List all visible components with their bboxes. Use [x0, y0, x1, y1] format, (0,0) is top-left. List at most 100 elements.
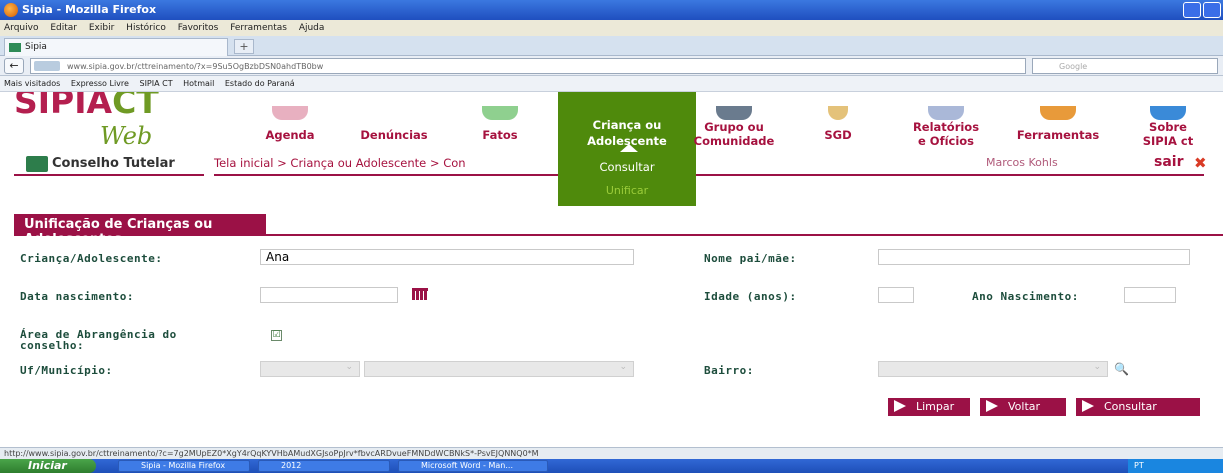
nav-sobre-label-2: SIPIA ct — [1142, 134, 1194, 148]
arrow-right-icon — [986, 400, 998, 412]
crianca-dropdown-menu: Consultar Unificar — [558, 144, 696, 206]
url-bar[interactable]: www.sipia.gov.br/cttreinamento/?x=9Su5Og… — [30, 58, 1026, 74]
user-name: Marcos Kohls — [986, 156, 1058, 169]
menu-ferramentas[interactable]: Ferramentas — [230, 23, 287, 33]
limpar-label: Limpar — [916, 400, 955, 413]
bookmark-expresso-livre[interactable]: Expresso Livre — [71, 79, 129, 88]
dropdown-arrow-icon — [620, 144, 638, 152]
nav-relatorios-label-1: Relatórios — [912, 120, 980, 134]
site-favicon-icon — [9, 43, 21, 52]
nav-sgd-label: SGD — [824, 128, 852, 142]
arrow-right-icon — [1082, 400, 1094, 412]
nav-grupo-label-2: Comunidade — [693, 134, 775, 148]
area-abrangencia-checkbox[interactable]: ☑ — [271, 330, 282, 341]
minimize-button[interactable] — [1183, 2, 1201, 18]
menu-item-unificar[interactable]: Unificar — [558, 184, 696, 197]
nav-denuncias-label: Denúncias — [360, 128, 428, 142]
bookmark-mais-visitados[interactable]: Mais visitados — [4, 79, 60, 88]
menu-favoritos[interactable]: Favoritos — [178, 23, 219, 33]
tab-bar: Sipia + — [0, 36, 1223, 56]
maximize-button[interactable] — [1203, 2, 1221, 18]
sgd-icon — [828, 106, 848, 120]
language-indicator[interactable]: PT — [1134, 461, 1144, 470]
nav-crianca-adolescente[interactable]: Criança ou Adolescente — [558, 92, 696, 152]
nav-agenda-label: Agenda — [265, 128, 315, 142]
taskbar-item-word[interactable]: Microsoft Word - Man... — [398, 460, 548, 472]
url-text: www.sipia.gov.br/cttreinamento/?x=9Su5Og… — [67, 62, 324, 71]
section-title: Unificação de Crianças ou Adolescentes — [14, 214, 266, 247]
consultar-button[interactable]: Consultar — [1076, 398, 1200, 416]
calendar-icon[interactable] — [412, 288, 428, 300]
nome-pai-input[interactable] — [878, 249, 1190, 265]
tab-title: Sipia — [25, 42, 47, 52]
nav-crianca-label-1: Criança ou — [592, 118, 662, 132]
ferramentas-icon — [1040, 106, 1076, 120]
conselho-tutelar-heading: Conselho Tutelar — [14, 152, 204, 176]
municipio-select[interactable]: ⌄ — [364, 361, 634, 377]
tab-sipia[interactable]: Sipia — [4, 38, 228, 56]
taskbar-item-firefox[interactable]: Sipia - Mozilla Firefox — [118, 460, 250, 472]
consultar-label: Consultar — [1104, 400, 1157, 413]
bairro-label: Bairro: — [704, 364, 754, 377]
status-bar: http://www.sipia.gov.br/cttreinamento/?c… — [0, 447, 1223, 459]
nav-sobre-label-1: Sobre — [1149, 120, 1187, 134]
uf-municipio-label: Uf/Município: — [20, 364, 113, 377]
menu-historico[interactable]: Histórico — [126, 23, 166, 33]
fatos-icon — [482, 106, 518, 120]
start-button[interactable]: Iniciar — [0, 459, 96, 473]
firefox-icon — [4, 3, 18, 17]
taskbar: Iniciar Sipia - Mozilla Firefox 2012 Mic… — [0, 459, 1223, 473]
nome-pai-label: Nome pai/mãe: — [704, 252, 797, 265]
logo-main-text: SIPIA — [14, 92, 113, 121]
window-title: Sipia - Mozilla Firefox — [22, 3, 157, 16]
system-tray: PT — [1128, 459, 1223, 473]
area-abrangencia-label-2: conselho: — [20, 339, 85, 352]
idade-input[interactable] — [878, 287, 914, 303]
bookmarks-bar: Mais visitados Expresso Livre SIPIA CT H… — [0, 76, 1223, 92]
ano-nascimento-label: Ano Nascimento: — [972, 290, 1079, 303]
new-tab-button[interactable]: + — [234, 39, 254, 54]
data-nascimento-label: Data nascimento: — [20, 290, 134, 303]
window-title-bar: Sipia - Mozilla Firefox — [0, 0, 1223, 20]
menu-exibir[interactable]: Exibir — [89, 23, 114, 33]
nav-grupo-label-1: Grupo ou — [704, 120, 764, 134]
uf-select[interactable]: ⌄ — [260, 361, 360, 377]
bairro-select[interactable]: ⌄ — [878, 361, 1108, 377]
relatorios-icon — [928, 106, 964, 120]
nav-ferramentas-label: Ferramentas — [1016, 128, 1100, 142]
logo-suffix-text: CT — [112, 92, 159, 121]
breadcrumb-text[interactable]: Tela inicial > Criança ou Adolescente > … — [214, 156, 466, 170]
menu-arquivo[interactable]: Arquivo — [4, 23, 38, 33]
taskbar-item-2012[interactable]: 2012 — [258, 460, 390, 472]
navigation-bar: ← www.sipia.gov.br/cttreinamento/?x=9Su5… — [0, 56, 1223, 76]
voltar-button[interactable]: Voltar — [980, 398, 1066, 416]
arrow-right-icon — [894, 400, 906, 412]
ano-nascimento-input[interactable] — [1124, 287, 1176, 303]
limpar-button[interactable]: Limpar — [888, 398, 970, 416]
logout-link[interactable]: sair — [1154, 154, 1183, 170]
site-identity-icon — [34, 61, 60, 71]
voltar-label: Voltar — [1008, 400, 1041, 413]
bookmark-hotmail[interactable]: Hotmail — [183, 79, 214, 88]
search-bairro-icon[interactable]: 🔍 — [1114, 362, 1129, 376]
agenda-icon — [272, 106, 308, 120]
menu-item-consultar[interactable]: Consultar — [558, 160, 696, 174]
back-arrow-icon[interactable]: ← — [4, 58, 24, 74]
logo-web-text: Web — [100, 122, 153, 150]
search-box[interactable]: Google — [1032, 58, 1218, 74]
logout-icon[interactable]: ✖ — [1194, 154, 1207, 172]
idade-label: Idade (anos): — [704, 290, 797, 303]
menu-editar[interactable]: Editar — [50, 23, 77, 33]
menu-bar: Arquivo Editar Exibir Histórico Favorito… — [0, 20, 1223, 36]
data-nascimento-input[interactable] — [260, 287, 398, 303]
crianca-label: Criança/Adolescente: — [20, 252, 163, 265]
bookmark-sipia-ct[interactable]: SIPIA CT — [139, 79, 172, 88]
conselho-tutelar-label: Conselho Tutelar — [52, 156, 175, 171]
crianca-input[interactable] — [260, 249, 634, 265]
nav-fatos-label: Fatos — [482, 128, 518, 142]
grupo-icon — [716, 106, 752, 120]
conselho-icon — [26, 156, 48, 172]
bookmark-estado-parana[interactable]: Estado do Paraná — [225, 79, 295, 88]
breadcrumb: Tela inicial > Criança ou Adolescente > … — [214, 154, 1207, 176]
menu-ajuda[interactable]: Ajuda — [299, 23, 325, 33]
